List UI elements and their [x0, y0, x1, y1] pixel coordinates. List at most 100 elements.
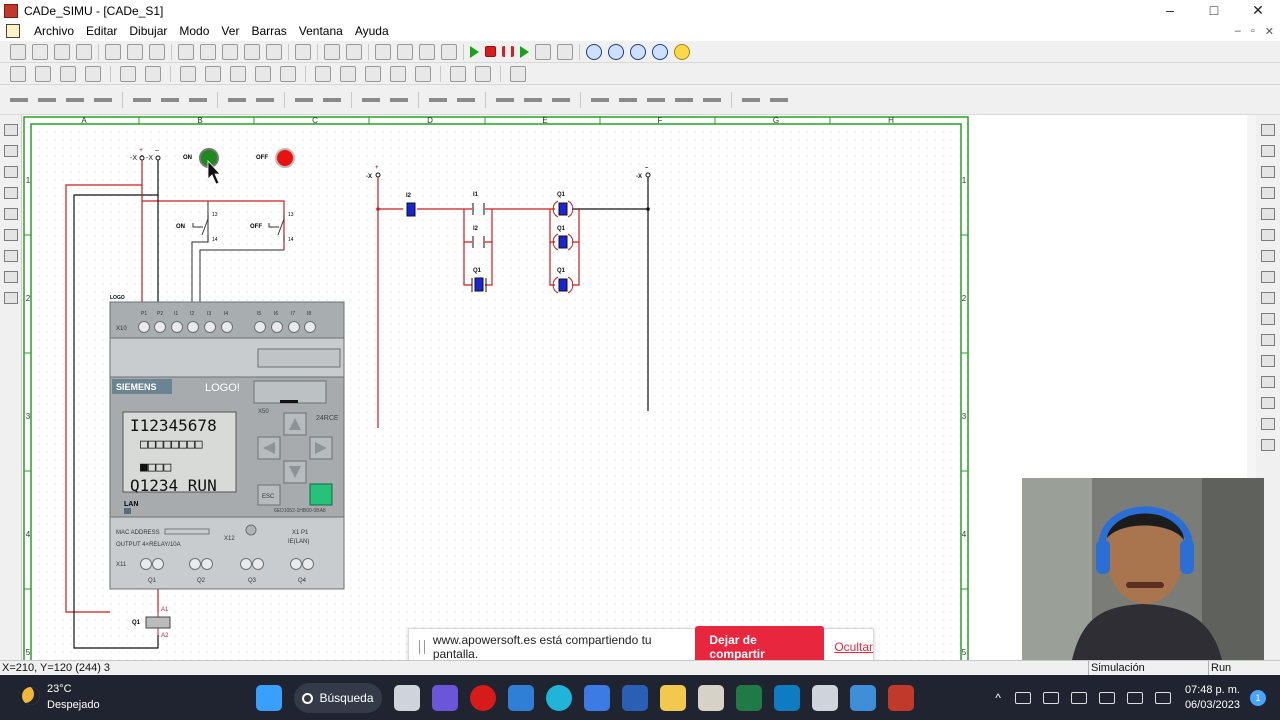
- palette-tool-icon[interactable]: [1261, 418, 1275, 430]
- photos-icon[interactable]: [850, 685, 876, 711]
- task-view-icon[interactable]: [394, 685, 420, 711]
- open-folder-icon[interactable]: [32, 43, 48, 60]
- input-terminal[interactable]: [187, 321, 199, 333]
- palette-tool-icon[interactable]: [1261, 166, 1275, 178]
- output-terminal[interactable]: [252, 558, 264, 570]
- relay-contact-icon[interactable]: [205, 65, 221, 82]
- bus-icon[interactable]: [295, 97, 313, 102]
- lamp-icon[interactable]: [280, 65, 296, 82]
- logo-plc[interactable]: SIEMENS LOGO! I12345678 □□□□□□□□ ■□□□ Q1…: [109, 301, 345, 590]
- save-icon[interactable]: [54, 43, 70, 60]
- junction-1-icon[interactable]: [10, 97, 28, 102]
- opera-icon[interactable]: [470, 685, 496, 711]
- palette-tool-icon[interactable]: [1261, 439, 1275, 451]
- weather-moon-icon[interactable]: [22, 687, 40, 705]
- draw-line-icon[interactable]: [4, 145, 18, 157]
- replace-icon[interactable]: [266, 43, 282, 60]
- store-icon[interactable]: [584, 685, 610, 711]
- junction-3-icon[interactable]: [66, 97, 84, 102]
- off-indicator-lamp[interactable]: [275, 148, 295, 168]
- redo-icon[interactable]: [346, 43, 362, 60]
- windows-start-icon[interactable]: [256, 685, 282, 711]
- filled-ellipse-icon[interactable]: [4, 229, 18, 241]
- output-terminal[interactable]: [290, 558, 302, 570]
- palette-tool-icon[interactable]: [1261, 334, 1275, 346]
- palette-tool-icon[interactable]: [1261, 250, 1275, 262]
- sensor-icon[interactable]: [315, 65, 331, 82]
- palette-tool-icon[interactable]: [1261, 313, 1275, 325]
- zoom-fit-icon[interactable]: [652, 43, 668, 60]
- wire-h3-icon[interactable]: [189, 97, 207, 102]
- cade-simu-icon[interactable]: [888, 685, 914, 711]
- weather-description[interactable]: Despejado: [47, 699, 100, 711]
- clock[interactable]: 07:48 p. m. 06/03/2023: [1185, 683, 1240, 713]
- wire-h2-icon[interactable]: [161, 97, 179, 102]
- connector-icon[interactable]: [390, 65, 406, 82]
- coil-icon[interactable]: [255, 65, 271, 82]
- q1-coil[interactable]: [145, 616, 171, 629]
- palette-tool-icon[interactable]: [1261, 124, 1275, 136]
- cable-2-icon[interactable]: [524, 97, 542, 102]
- print-icon[interactable]: [76, 43, 92, 60]
- lines-icon[interactable]: [429, 97, 447, 102]
- contactor-icon[interactable]: [145, 65, 161, 82]
- paint-icon[interactable]: [698, 685, 724, 711]
- zoom-in-icon[interactable]: [608, 43, 624, 60]
- input-terminal[interactable]: [271, 321, 283, 333]
- zoom-icon[interactable]: [586, 43, 602, 60]
- power-supply-icon[interactable]: [10, 65, 26, 82]
- menu-ver[interactable]: Ver: [215, 24, 245, 38]
- input-terminal[interactable]: [254, 321, 266, 333]
- help-icon[interactable]: [674, 43, 690, 60]
- cable-3-icon[interactable]: [552, 97, 570, 102]
- lines2-icon[interactable]: [457, 97, 475, 102]
- file-explorer-icon[interactable]: [660, 685, 686, 711]
- input-terminal[interactable]: [154, 321, 166, 333]
- input-terminal[interactable]: [204, 321, 216, 333]
- output-terminal[interactable]: [240, 558, 252, 570]
- palette-tool-icon[interactable]: [1261, 271, 1275, 283]
- step-icon[interactable]: [520, 45, 529, 58]
- input-terminal[interactable]: [221, 321, 233, 333]
- output-terminal[interactable]: [152, 558, 164, 570]
- onedrive-icon[interactable]: [1014, 691, 1031, 704]
- palette-tool-icon[interactable]: [1261, 397, 1275, 409]
- undo-icon[interactable]: [324, 43, 340, 60]
- flip-icon[interactable]: [441, 43, 457, 60]
- remote-app-icon[interactable]: [774, 685, 800, 711]
- minimize-button[interactable]: –: [1148, 0, 1192, 21]
- menu-ventana[interactable]: Ventana: [293, 24, 349, 38]
- cross-icon[interactable]: [323, 97, 341, 102]
- fuse-icon[interactable]: [35, 65, 51, 82]
- menu-ayuda[interactable]: Ayuda: [349, 24, 395, 38]
- cable-1-icon[interactable]: [496, 97, 514, 102]
- palette-tool-icon[interactable]: [1261, 208, 1275, 220]
- cascade-icon[interactable]: [557, 43, 573, 60]
- palette-tool-icon[interactable]: [1261, 229, 1275, 241]
- palette-tool-icon[interactable]: [1261, 355, 1275, 367]
- wire-h1-icon[interactable]: [133, 97, 151, 102]
- wifi-icon[interactable]: [1098, 691, 1115, 704]
- valve-icon[interactable]: [365, 65, 381, 82]
- taskbar-search[interactable]: Búsqueda: [294, 683, 382, 713]
- terminal-5-icon[interactable]: [703, 97, 721, 102]
- tray-overflow-icon[interactable]: ^: [995, 691, 1001, 705]
- drawing-app-icon[interactable]: [812, 685, 838, 711]
- mdi-minimize-button[interactable]: –: [1235, 25, 1241, 37]
- menu-barras[interactable]: Barras: [245, 24, 292, 38]
- fill-icon[interactable]: [4, 250, 18, 262]
- cylinder-icon[interactable]: [340, 65, 356, 82]
- input-terminal[interactable]: [138, 321, 150, 333]
- link-1-icon[interactable]: [742, 97, 760, 102]
- ok-key[interactable]: [309, 483, 333, 506]
- play-icon[interactable]: [470, 45, 479, 58]
- plc-icon[interactable]: [450, 65, 466, 82]
- wire-h4-icon[interactable]: [228, 97, 246, 102]
- document-icon[interactable]: [6, 24, 20, 38]
- palette-tool-icon[interactable]: [1261, 145, 1275, 157]
- pointer-icon[interactable]: [4, 124, 18, 136]
- text-icon[interactable]: [4, 292, 18, 304]
- rotate-icon[interactable]: [375, 43, 391, 60]
- breaker-icon[interactable]: [60, 65, 76, 82]
- grid-icon[interactable]: [295, 43, 311, 60]
